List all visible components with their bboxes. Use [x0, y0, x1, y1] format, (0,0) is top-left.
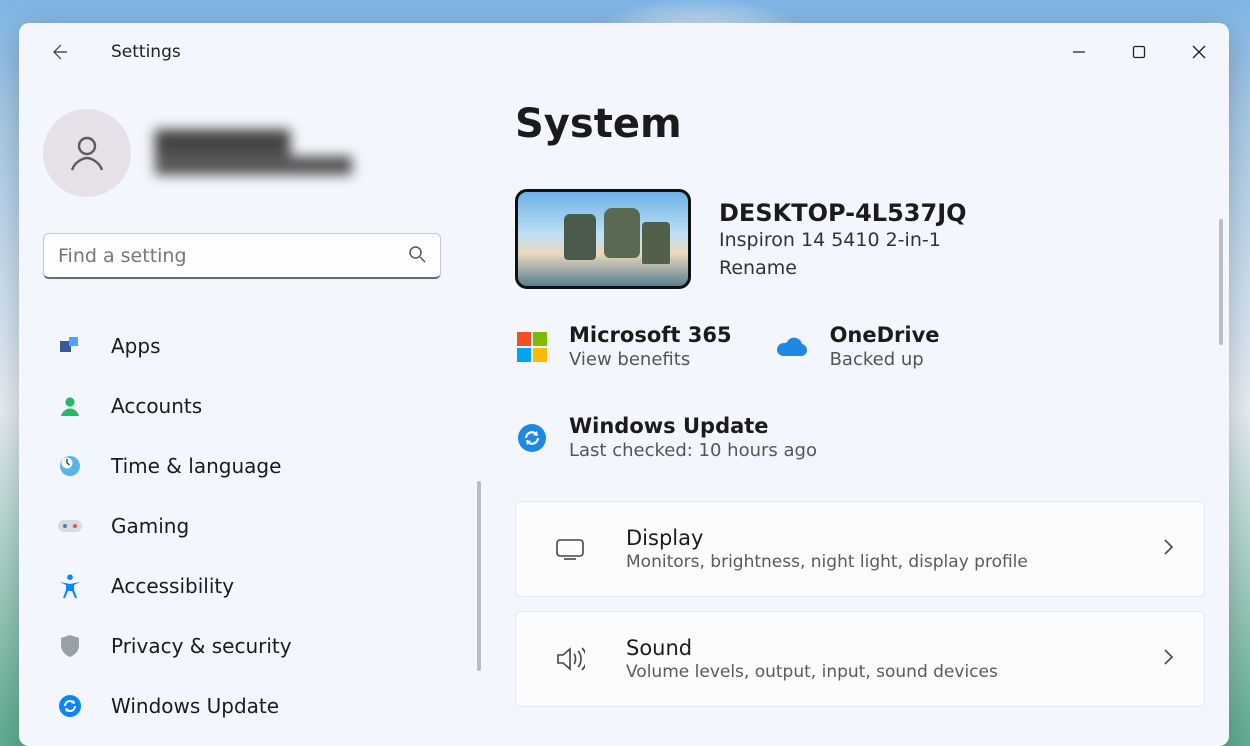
sidebar-item-time-language[interactable]: Time & language — [43, 443, 463, 489]
sidebar-item-label: Apps — [111, 334, 161, 358]
titlebar: Settings — [19, 23, 1229, 81]
onedrive-icon — [776, 330, 810, 364]
accessibility-icon — [57, 573, 83, 599]
display-icon — [546, 537, 594, 561]
tile-onedrive[interactable]: OneDrive Backed up — [776, 323, 940, 370]
window-controls — [1049, 30, 1229, 75]
card-sub: Volume levels, output, input, sound devi… — [626, 662, 1162, 682]
tile-title: OneDrive — [830, 323, 940, 347]
tile-microsoft-365[interactable]: Microsoft 365 View benefits — [515, 323, 732, 370]
search-input[interactable] — [58, 245, 398, 267]
page-title: System — [515, 101, 1205, 147]
accounts-icon — [57, 393, 83, 419]
device-block: DESKTOP-4L537JQ Inspiron 14 5410 2-in-1 … — [515, 189, 1205, 289]
sidebar-nav: Apps Accounts Time & language — [43, 323, 475, 729]
chevron-right-icon — [1162, 648, 1174, 670]
sidebar-item-accessibility[interactable]: Accessibility — [43, 563, 463, 609]
arrow-left-icon — [49, 42, 69, 62]
card-sub: Monitors, brightness, night light, displ… — [626, 552, 1162, 572]
sidebar-item-label: Gaming — [111, 514, 189, 538]
card-title: Display — [626, 526, 1162, 550]
search-box[interactable] — [43, 233, 441, 279]
sidebar: ████████ ████████████████ Apps — [19, 81, 475, 746]
close-button[interactable] — [1169, 30, 1229, 75]
device-name: DESKTOP-4L537JQ — [719, 199, 967, 227]
sidebar-item-label: Accessibility — [111, 574, 234, 598]
profile-block[interactable]: ████████ ████████████████ — [43, 109, 475, 197]
profile-text: ████████ ████████████████ — [155, 131, 352, 175]
device-model: Inspiron 14 5410 2-in-1 — [719, 229, 967, 251]
close-icon — [1192, 45, 1206, 59]
minimize-icon — [1072, 45, 1086, 59]
sidebar-item-gaming[interactable]: Gaming — [43, 503, 463, 549]
tile-title: Windows Update — [569, 414, 817, 438]
microsoft-logo-icon — [515, 330, 549, 364]
avatar — [43, 109, 131, 197]
window-title: Settings — [111, 42, 181, 62]
windows-update-icon — [57, 693, 83, 719]
settings-cards: Display Monitors, brightness, night ligh… — [515, 501, 1205, 707]
card-sound[interactable]: Sound Volume levels, output, input, soun… — [515, 611, 1205, 707]
shield-icon — [57, 633, 83, 659]
sidebar-item-apps[interactable]: Apps — [43, 323, 463, 369]
tile-sub: Backed up — [830, 349, 940, 370]
sync-icon — [515, 421, 549, 455]
sidebar-item-label: Privacy & security — [111, 634, 292, 658]
chevron-right-icon — [1162, 538, 1174, 560]
person-icon — [64, 130, 110, 176]
maximize-button[interactable] — [1109, 30, 1169, 75]
tile-title: Microsoft 365 — [569, 323, 732, 347]
back-button[interactable] — [39, 32, 79, 72]
sidebar-item-privacy-security[interactable]: Privacy & security — [43, 623, 463, 669]
sidebar-item-label: Windows Update — [111, 694, 279, 718]
search-icon — [408, 245, 426, 267]
tile-sub: Last checked: 10 hours ago — [569, 440, 817, 461]
minimize-button[interactable] — [1049, 30, 1109, 75]
sidebar-item-label: Accounts — [111, 394, 202, 418]
card-display[interactable]: Display Monitors, brightness, night ligh… — [515, 501, 1205, 597]
device-info: DESKTOP-4L537JQ Inspiron 14 5410 2-in-1 … — [719, 199, 967, 279]
sidebar-item-windows-update[interactable]: Windows Update — [43, 683, 463, 729]
main-content: System DESKTOP-4L537JQ Inspiron 14 5410 … — [475, 81, 1229, 746]
sidebar-item-label: Time & language — [111, 454, 281, 478]
time-language-icon — [57, 453, 83, 479]
device-thumbnail[interactable] — [515, 189, 691, 289]
settings-window: Settings ████████ ████████████████ — [19, 23, 1229, 746]
maximize-icon — [1132, 45, 1146, 59]
apps-icon — [57, 333, 83, 359]
gaming-icon — [57, 513, 83, 539]
card-title: Sound — [626, 636, 1162, 660]
sound-icon — [546, 646, 594, 672]
tile-windows-update[interactable]: Windows Update Last checked: 10 hours ag… — [515, 414, 817, 461]
rename-link[interactable]: Rename — [719, 257, 967, 279]
sidebar-item-accounts[interactable]: Accounts — [43, 383, 463, 429]
tile-sub: View benefits — [569, 349, 732, 370]
main-scrollbar[interactable] — [1219, 219, 1223, 345]
status-tiles: Microsoft 365 View benefits OneDrive Bac… — [515, 323, 1195, 461]
